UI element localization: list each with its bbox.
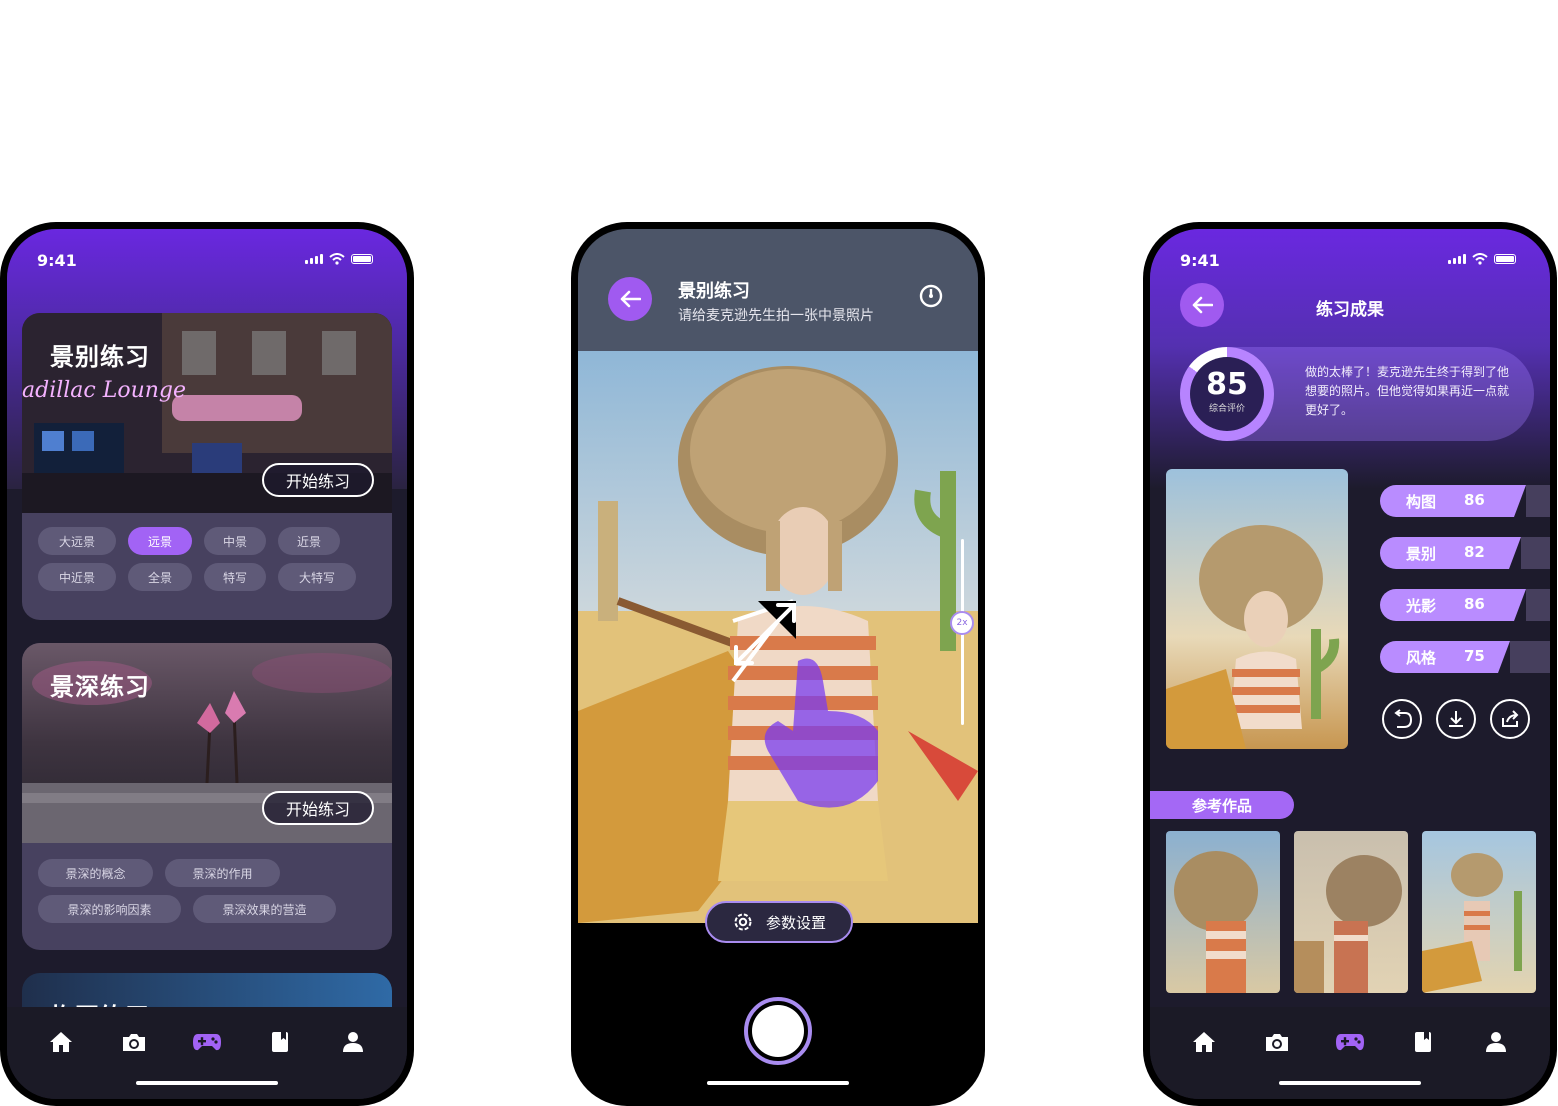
chip-dof-factors[interactable]: 景深的影响因素 <box>38 895 181 923</box>
status-time: 9:41 <box>1180 251 1220 270</box>
reference-photo-3 <box>1422 853 1522 993</box>
retake-button[interactable] <box>1382 699 1422 739</box>
undo-icon <box>1394 709 1413 728</box>
camera-icon <box>123 1034 146 1051</box>
status-bar: 9:41 <box>1150 247 1550 270</box>
camera-title: 景别练习 <box>678 281 750 302</box>
download-button[interactable] <box>1436 699 1476 739</box>
home-icon <box>50 1032 73 1052</box>
tab-camera[interactable] <box>119 1027 149 1057</box>
metric-composition: 构图 86 <box>1380 485 1550 517</box>
profile-icon <box>1485 1032 1506 1052</box>
metric-shot-size: 景别 82 <box>1380 537 1550 569</box>
result-photo[interactable] <box>1166 469 1348 749</box>
chip-long-selected[interactable]: 远景 <box>128 527 192 555</box>
card-depth-of-field[interactable]: 景深练习 开始练习 景深的概念 景深的作用 景深的影响因素 景深效果的营造 <box>22 643 392 950</box>
score-ring: 85 综合评价 <box>1180 347 1274 441</box>
shot-size-chips: 大远景 远景 中景 近景 中近景 全景 特写 大特写 <box>38 527 376 591</box>
character-scene-illustration <box>578 366 978 923</box>
card-title: 景别练习 <box>50 343 150 371</box>
tab-library[interactable] <box>1408 1027 1438 1057</box>
svg-text:adillac Lounge: adillac Lounge <box>22 378 186 403</box>
share-button[interactable] <box>1490 699 1530 739</box>
page-title: 练习成果 <box>1316 300 1384 320</box>
score-label: 综合评价 <box>1208 404 1245 414</box>
signal-icon <box>305 254 323 264</box>
battery-icon <box>1494 254 1516 264</box>
reference-works-label: 参考作品 <box>1150 791 1294 819</box>
tab-bar <box>1150 1007 1550 1099</box>
reference-thumb-2[interactable] <box>1294 831 1408 993</box>
tab-profile[interactable] <box>1481 1027 1511 1057</box>
home-indicator[interactable] <box>136 1081 278 1085</box>
params-settings-label: 参数设置 <box>765 913 826 932</box>
card-shot-size[interactable]: adillac Lounge 景别练习 开始练习 大远景 远景 中景 近景 中近… <box>22 313 392 620</box>
chip-dof-creation[interactable]: 景深效果的营造 <box>193 895 336 923</box>
home-icon <box>1193 1032 1216 1052</box>
wifi-icon <box>329 253 345 265</box>
timer-icon[interactable] <box>918 283 944 309</box>
download-icon <box>1449 711 1463 727</box>
chip-medium-close[interactable]: 中近景 <box>38 563 116 591</box>
home-indicator[interactable] <box>707 1081 849 1085</box>
book-icon <box>1414 1032 1431 1052</box>
signal-icon <box>1448 254 1466 264</box>
back-button[interactable] <box>608 277 652 321</box>
zoom-slider-handle[interactable]: 2x <box>950 611 974 635</box>
score-value: 85 <box>1206 367 1248 402</box>
chip-full[interactable]: 全景 <box>128 563 192 591</box>
gear-icon <box>734 913 752 931</box>
chip-extreme-closeup[interactable]: 大特写 <box>278 563 356 591</box>
camera-icon <box>1266 1034 1289 1051</box>
tab-home[interactable] <box>1189 1027 1219 1057</box>
chip-closeup[interactable]: 特写 <box>204 563 266 591</box>
phone-practice-list: 9:41 adillac Lounge 景别练习 开始练习 大远景 远景 中景 … <box>0 222 414 1106</box>
params-settings-button[interactable]: 参数设置 <box>705 901 853 943</box>
tab-profile[interactable] <box>338 1027 368 1057</box>
tab-home[interactable] <box>46 1027 76 1057</box>
chip-close[interactable]: 近景 <box>278 527 340 555</box>
camera-viewfinder[interactable] <box>578 351 978 923</box>
phone-camera: 景别练习 请给麦克逊先生拍一张中景照片 2x 参数设置 <box>571 222 985 1106</box>
chip-dof-concept[interactable]: 景深的概念 <box>38 859 153 887</box>
arrow-left-icon <box>620 290 641 308</box>
profile-icon <box>342 1032 363 1052</box>
tab-library[interactable] <box>265 1027 295 1057</box>
metric-style: 风格 75 <box>1380 641 1550 673</box>
depth-topic-chips: 景深的概念 景深的作用 景深的影响因素 景深效果的营造 <box>38 859 376 923</box>
metric-lighting: 光影 86 <box>1380 589 1550 621</box>
practice-screen: 9:41 adillac Lounge 景别练习 开始练习 大远景 远景 中景 … <box>7 229 407 1099</box>
result-screen: 9:41 练习成果 85 综合评价 做的太棒了！麦克逊先生终于得到了他想要的照片… <box>1150 229 1550 1099</box>
tab-bar <box>7 1007 407 1099</box>
shutter-button[interactable] <box>744 997 812 1065</box>
reference-photo-1 <box>1174 851 1258 993</box>
camera-screen: 景别练习 请给麦克逊先生拍一张中景照片 2x 参数设置 <box>578 229 978 1099</box>
reference-photo-2 <box>1294 855 1402 993</box>
score-comment: 做的太棒了！麦克逊先生终于得到了他想要的照片。但他觉得如果再近一点就更好了。 <box>1305 365 1510 417</box>
gamepad-icon <box>1335 1034 1364 1051</box>
share-icon <box>1502 710 1519 727</box>
gamepad-icon <box>192 1034 221 1051</box>
chip-medium[interactable]: 中景 <box>204 527 266 555</box>
reference-thumb-3[interactable] <box>1422 831 1536 993</box>
start-practice-button[interactable]: 开始练习 <box>262 791 374 825</box>
start-practice-button[interactable]: 开始练习 <box>262 463 374 497</box>
battery-icon <box>351 254 373 264</box>
tab-game[interactable] <box>1335 1027 1365 1057</box>
chip-extreme-long[interactable]: 大远景 <box>38 527 116 555</box>
chip-dof-purpose[interactable]: 景深的作用 <box>165 859 280 887</box>
reference-thumb-1[interactable] <box>1166 831 1280 993</box>
tab-game[interactable] <box>192 1027 222 1057</box>
status-time: 9:41 <box>37 251 77 270</box>
status-bar: 9:41 <box>7 247 407 270</box>
card-title: 景深练习 <box>50 673 150 701</box>
score-summary: 85 综合评价 做的太棒了！麦克逊先生终于得到了他想要的照片。但他觉得如果再近一… <box>1180 347 1534 441</box>
phone-result: 9:41 练习成果 85 综合评价 做的太棒了！麦克逊先生终于得到了他想要的照片… <box>1143 222 1557 1106</box>
home-indicator[interactable] <box>1279 1081 1421 1085</box>
result-photo-illustration <box>1166 525 1340 749</box>
book-icon <box>271 1032 288 1052</box>
camera-task: 请给麦克逊先生拍一张中景照片 <box>678 308 874 324</box>
wifi-icon <box>1472 253 1488 265</box>
tab-camera[interactable] <box>1262 1027 1292 1057</box>
